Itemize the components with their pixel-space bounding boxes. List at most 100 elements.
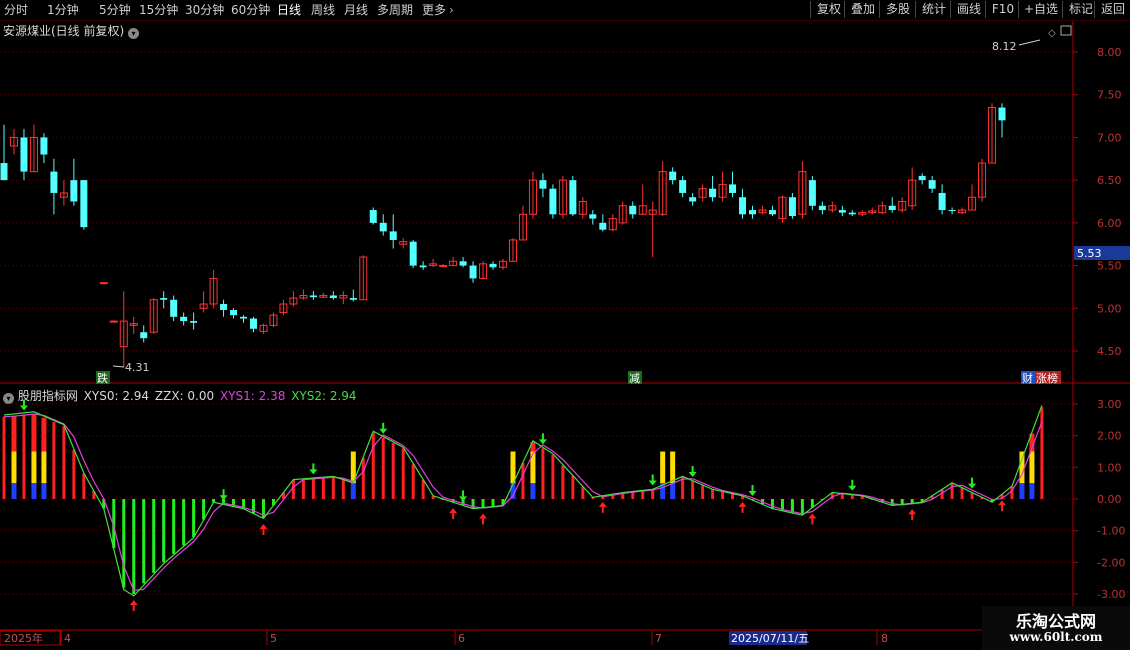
indicator-bar xyxy=(11,415,17,452)
candle-body xyxy=(240,316,248,319)
indicator-bar xyxy=(132,499,136,594)
candle-body xyxy=(539,180,547,189)
arrow-down-icon xyxy=(459,490,468,502)
watermark-url: www.60lt.com xyxy=(1009,630,1103,644)
indicator-bar xyxy=(41,483,47,499)
diamond-icon[interactable]: ◇ xyxy=(1048,28,1056,39)
candle-body xyxy=(928,180,936,189)
candle-body xyxy=(768,210,776,215)
indicator-bar xyxy=(721,491,725,499)
arrow-down-shape xyxy=(648,474,657,486)
price-tick-label: 5.00 xyxy=(1097,302,1122,315)
indicator-tick-label: -2.00 xyxy=(1097,556,1125,569)
arrow-up-shape xyxy=(598,501,607,513)
candle-body xyxy=(669,171,677,181)
candle-body xyxy=(689,197,697,202)
indicator-bar xyxy=(391,443,395,499)
indicator-bar xyxy=(152,499,156,573)
arrow-down-icon xyxy=(688,466,697,478)
candle-body xyxy=(160,298,168,300)
indicator-bar xyxy=(651,489,655,499)
indicator-bar xyxy=(172,499,176,554)
candle-body xyxy=(0,163,8,181)
time-label-apr: 4 xyxy=(64,632,71,645)
candle-body xyxy=(998,107,1006,121)
indicator-bar xyxy=(950,483,954,499)
price-tick-label: 6.00 xyxy=(1097,217,1122,230)
chart-canvas[interactable]: 8.00 7.50 7.00 6.50 6.00 5.50 5.00 4.50 5.53 8.… xyxy=(0,0,1130,650)
arrow-down-shape xyxy=(309,463,318,475)
indicator-tick-label: 0.00 xyxy=(1097,493,1122,506)
candle-body xyxy=(109,320,118,323)
indicator-bar xyxy=(1019,483,1025,499)
indicator-tick-label: -1.00 xyxy=(1097,525,1125,538)
candle-body xyxy=(549,188,557,215)
candle-body xyxy=(888,205,896,211)
indicator-bar xyxy=(11,451,17,484)
indicator-bar xyxy=(311,478,315,499)
indicator-bar xyxy=(481,499,485,508)
indicator-bar xyxy=(800,499,804,515)
arrow-down-icon xyxy=(309,463,318,475)
candle-body xyxy=(938,192,946,211)
candle-body xyxy=(170,299,178,317)
indicator-bar xyxy=(1029,483,1035,499)
arrow-up-icon xyxy=(808,513,817,525)
indicator-bar xyxy=(421,480,425,499)
watermark-title: 乐淘公式网 xyxy=(1015,612,1096,631)
indicator-bar xyxy=(31,413,37,452)
panel-toggle-icon[interactable] xyxy=(1060,25,1072,36)
indicator-bar xyxy=(162,499,166,563)
arrow-up-icon xyxy=(908,509,917,521)
candle-body xyxy=(409,241,417,266)
indicator-bar xyxy=(840,493,844,499)
arrow-up-icon xyxy=(129,600,138,611)
marker-die-label: 跌 xyxy=(97,371,108,385)
indicator-bar xyxy=(850,494,854,499)
arrow-down-shape xyxy=(19,399,28,411)
indicator-bar xyxy=(41,451,47,484)
indicator-axis: 3.00 2.00 1.00 0.00 -1.00 -2.00 -3.00 xyxy=(1073,398,1125,601)
indicator-bar xyxy=(41,417,47,452)
candle-body xyxy=(419,265,427,268)
indicator-bar xyxy=(711,489,715,499)
candle-body xyxy=(459,261,467,266)
arrow-down-icon xyxy=(19,399,28,411)
indicator-bar xyxy=(1029,451,1035,484)
candle-body xyxy=(749,210,756,215)
candle-body xyxy=(369,210,377,223)
indicator-tick-label: -3.00 xyxy=(1097,588,1125,601)
high-arrow xyxy=(1018,39,1041,46)
candle-body xyxy=(70,180,78,202)
arrow-down-icon xyxy=(968,477,977,489)
indicator-tick-label: 3.00 xyxy=(1097,398,1122,411)
watermark: 乐淘公式网 www.60lt.com xyxy=(982,606,1130,650)
current-price-label: 5.53 xyxy=(1077,247,1102,260)
low-arrow xyxy=(112,365,125,368)
candle-body xyxy=(80,180,88,228)
indicator-bar xyxy=(82,473,86,499)
arrow-down-shape xyxy=(968,477,977,489)
indicator-bar xyxy=(182,499,186,546)
candle-body xyxy=(948,210,956,212)
candle-body xyxy=(569,180,577,215)
indicator-tick-label: 1.00 xyxy=(1097,461,1122,474)
indicator-bar xyxy=(900,499,904,505)
candle-body xyxy=(788,197,796,217)
indicator-bar xyxy=(670,483,676,499)
arrow-up-icon xyxy=(598,501,607,513)
candle-body xyxy=(729,184,737,193)
candle-body xyxy=(50,171,58,193)
arrow-up-shape xyxy=(808,513,817,525)
indicator-bar xyxy=(960,487,964,499)
low-price-label: 4.31 xyxy=(125,361,150,374)
indicator-bar xyxy=(890,499,894,506)
arrow-down-shape xyxy=(459,490,468,502)
indicator-bar xyxy=(701,485,705,499)
arrow-down-icon xyxy=(538,433,547,445)
price-tick-label: 7.00 xyxy=(1097,131,1122,144)
candle-body xyxy=(349,298,357,300)
arrow-up-shape xyxy=(259,524,268,535)
candle-body xyxy=(250,318,257,329)
time-label-year: 2025年 xyxy=(4,631,43,645)
